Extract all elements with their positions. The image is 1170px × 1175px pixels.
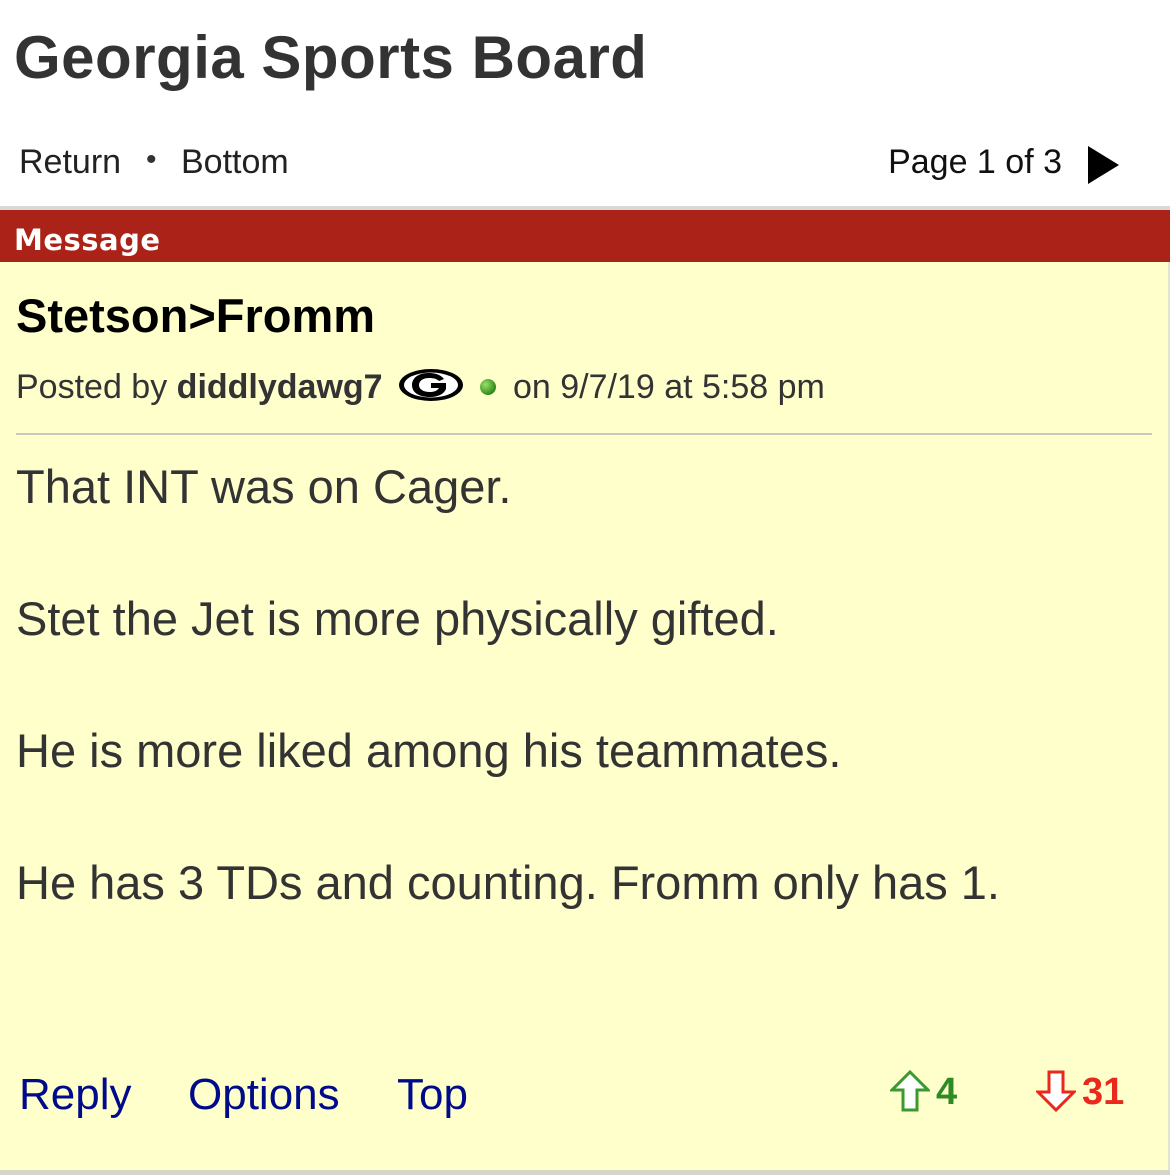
downvote-button[interactable]: 31 [1034,1070,1125,1114]
nav-separator: • [146,143,157,176]
bottom-link[interactable]: Bottom [181,143,289,182]
downvote-count: 31 [1082,1071,1125,1113]
page-indicator: Page 1 of 3 [888,143,1062,181]
meta-divider [16,433,1152,435]
posted-by-label: Posted by [16,368,168,406]
post-body: That INT was on Cager. Stet the Jet is m… [16,458,1146,986]
post-meta: Posted by diddlydawg7 on 9/7/19 at 5:58 … [16,368,825,411]
online-status-dot-icon [479,379,496,395]
upvote-button[interactable]: 4 [888,1069,958,1114]
post-body-line: He has 3 TDs and counting. Fromm only ha… [16,856,1000,909]
top-navigation: Return • Bottom Page 1 of 3 [0,140,1170,190]
upvote-count: 4 [936,1071,958,1113]
up-arrow-icon [888,1069,932,1112]
message-header-bar: Message [0,210,1170,262]
author-link[interactable]: diddlydawg7 [177,368,383,406]
next-page-arrow-icon[interactable] [1088,146,1119,184]
options-link[interactable]: Options [188,1070,340,1120]
message-header-label: Message [14,223,161,257]
post-date: on 9/7/19 at 5:58 pm [512,368,825,406]
post-body-line: Stet the Jet is more physically gifted. [16,592,779,645]
down-arrow-icon [1034,1070,1078,1113]
post-bottom-border [0,1170,1170,1175]
top-link[interactable]: Top [397,1070,468,1120]
post-container: Stetson>Fromm Posted by diddlydawg7 on 9… [0,262,1170,1170]
georgia-g-logo-icon [398,368,464,411]
post-body-line: That INT was on Cager. [16,460,512,513]
board-title: Georgia Sports Board [14,24,648,91]
post-title: Stetson>Fromm [16,289,376,342]
post-body-line: He is more liked among his teammates. [16,724,842,777]
return-link[interactable]: Return [19,143,121,182]
reply-link[interactable]: Reply [19,1070,132,1120]
post-actions: Reply Options Top 4 31 [0,1069,1170,1130]
